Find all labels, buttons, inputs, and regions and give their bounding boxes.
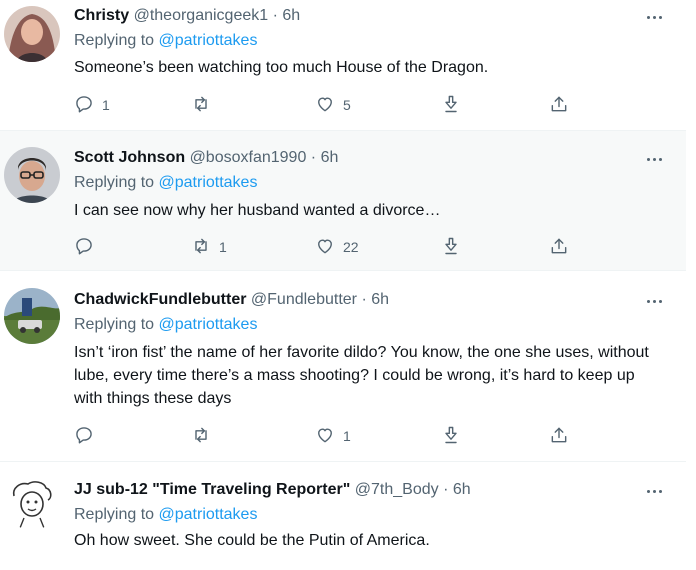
separator-dot: · xyxy=(361,291,367,308)
tweet-header: Scott Johnson @bosoxfan1990 · 6h xyxy=(74,148,338,168)
tweet-header: ChadwickFundlebutter @Fundlebutter · 6h xyxy=(74,290,389,310)
avatar[interactable] xyxy=(4,6,60,62)
user-handle[interactable]: @bosoxfan1990 xyxy=(190,149,307,166)
replying-to: Replying to @patriottakes xyxy=(74,505,257,525)
more-dots-icon[interactable] xyxy=(642,150,666,168)
mention-link[interactable]: @patriottakes xyxy=(159,32,258,49)
separator-dot: · xyxy=(310,149,317,166)
tweet-text: Isn’t ‘iron fist’ the name of her favori… xyxy=(74,344,649,407)
download-button[interactable] xyxy=(441,236,461,258)
timestamp[interactable]: 6h xyxy=(453,481,471,498)
avatar[interactable] xyxy=(4,147,60,203)
replying-label: Replying to xyxy=(74,32,155,49)
more-dots-icon[interactable] xyxy=(642,8,666,26)
replying-label: Replying to xyxy=(74,316,155,333)
share-icon xyxy=(549,236,569,259)
download-icon xyxy=(441,94,461,117)
action-bar: 1 22 xyxy=(74,236,674,258)
tweet[interactable]: Scott Johnson @bosoxfan1990 · 6h Replyin… xyxy=(0,131,686,271)
share-button[interactable] xyxy=(549,236,569,258)
retweet-icon xyxy=(191,94,211,117)
heart-icon xyxy=(315,425,335,448)
download-icon xyxy=(441,425,461,448)
separator-dot: · xyxy=(443,481,449,498)
speech-bubble-icon xyxy=(74,236,94,259)
action-bar: 1 5 xyxy=(74,94,674,116)
reply-button[interactable] xyxy=(74,425,102,447)
mention-link[interactable]: @patriottakes xyxy=(159,506,258,523)
separator-dot: · xyxy=(272,7,278,24)
reply-button[interactable] xyxy=(74,236,102,258)
like-button[interactable]: 5 xyxy=(315,94,351,116)
replying-to: Replying to @patriottakes xyxy=(74,173,257,193)
user-handle[interactable]: @theorganicgeek1 xyxy=(134,7,269,24)
speech-bubble-icon xyxy=(74,94,94,117)
retweet-button[interactable]: 1 xyxy=(191,236,227,258)
retweet-count: 1 xyxy=(219,239,227,255)
tweet[interactable]: Christy @theorganicgeek1 · 6h Replying t… xyxy=(0,0,686,131)
download-icon xyxy=(441,236,461,259)
replying-to: Replying to @patriottakes xyxy=(74,31,257,51)
timestamp[interactable]: 6h xyxy=(321,149,339,166)
replying-to: Replying to @patriottakes xyxy=(74,315,257,335)
speech-bubble-icon xyxy=(74,425,94,448)
like-count: 22 xyxy=(343,239,359,255)
replying-label: Replying to xyxy=(74,506,155,523)
more-dots-icon[interactable] xyxy=(642,292,666,310)
action-bar: 1 xyxy=(74,425,674,447)
reply-count: 1 xyxy=(102,97,110,113)
mention-link[interactable]: @patriottakes xyxy=(159,174,258,191)
like-count: 5 xyxy=(343,97,351,113)
display-name[interactable]: Christy xyxy=(74,7,129,24)
heart-icon xyxy=(315,236,335,259)
like-count: 1 xyxy=(343,428,351,444)
mention-link[interactable]: @patriottakes xyxy=(159,316,258,333)
like-button[interactable]: 1 xyxy=(315,425,351,447)
timestamp[interactable]: 6h xyxy=(282,7,300,24)
avatar[interactable] xyxy=(4,474,60,530)
share-button[interactable] xyxy=(549,94,569,116)
tweet-text: Someone’s been watching too much House o… xyxy=(74,59,489,76)
share-icon xyxy=(549,425,569,448)
replying-label: Replying to xyxy=(74,174,155,191)
display-name[interactable]: JJ sub-12 "Time Traveling Reporter" xyxy=(74,481,350,498)
tweet[interactable]: JJ sub-12 "Time Traveling Reporter" @7th… xyxy=(0,462,686,570)
avatar[interactable] xyxy=(4,288,60,344)
share-icon xyxy=(549,94,569,117)
retweet-icon xyxy=(191,425,211,448)
retweet-button[interactable] xyxy=(191,94,219,116)
download-button[interactable] xyxy=(441,94,461,116)
tweet[interactable]: ChadwickFundlebutter @Fundlebutter · 6h … xyxy=(0,271,686,462)
tweet-header: JJ sub-12 "Time Traveling Reporter" @7th… xyxy=(74,480,471,500)
reply-button[interactable]: 1 xyxy=(74,94,110,116)
reply-feed: Christy @theorganicgeek1 · 6h Replying t… xyxy=(0,0,696,570)
more-dots-icon[interactable] xyxy=(642,482,666,500)
retweet-button[interactable] xyxy=(191,425,219,447)
user-handle[interactable]: @Fundlebutter xyxy=(251,291,357,308)
timestamp[interactable]: 6h xyxy=(371,291,389,308)
display-name[interactable]: ChadwickFundlebutter xyxy=(74,291,246,308)
heart-icon xyxy=(315,94,335,117)
retweet-icon xyxy=(191,236,211,259)
tweet-text: Oh how sweet. She could be the Putin of … xyxy=(74,532,430,549)
display-name[interactable]: Scott Johnson xyxy=(74,149,185,166)
like-button[interactable]: 22 xyxy=(315,236,359,258)
tweet-text: I can see now why her husband wanted a d… xyxy=(74,202,441,219)
share-button[interactable] xyxy=(549,425,569,447)
tweet-header: Christy @theorganicgeek1 · 6h xyxy=(74,6,300,26)
user-handle[interactable]: @7th_Body xyxy=(355,481,439,498)
download-button[interactable] xyxy=(441,425,461,447)
